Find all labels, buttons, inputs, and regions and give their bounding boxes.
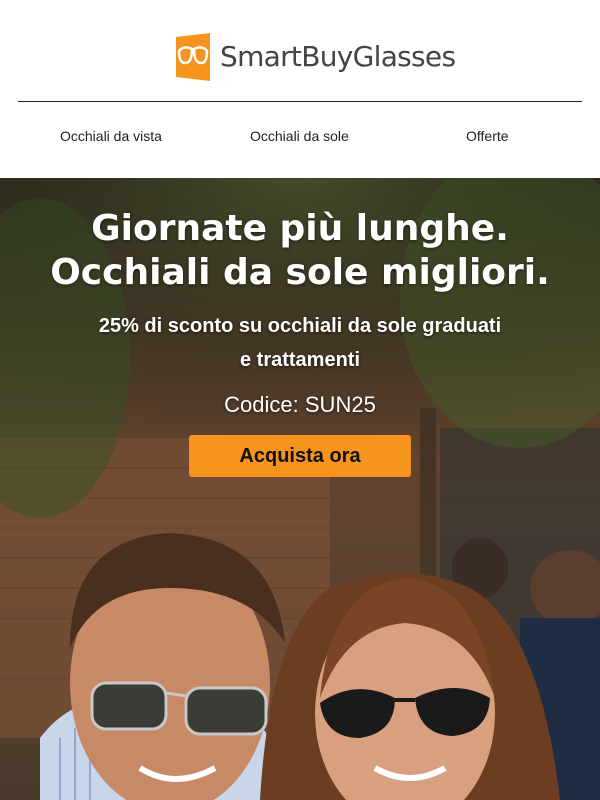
hero-subtitle-line-1: 25% di sconto su occhiali da sole gradua… bbox=[98, 315, 502, 337]
hero-content: Giornate più lunghe. Occhiali da sole mi… bbox=[0, 178, 600, 477]
promo-code: Codice: SUN25 bbox=[224, 392, 376, 417]
brand-logo[interactable]: SmartBuyGlasses bbox=[174, 33, 456, 81]
brand-name: SmartBuyGlasses bbox=[220, 40, 456, 73]
nav-item-sunglasses[interactable]: Occhiali da sole bbox=[250, 128, 349, 144]
nav-item-eyeglasses[interactable]: Occhiali da vista bbox=[60, 128, 162, 144]
hero-subtitle: 25% di sconto su occhiali da sole gradua… bbox=[0, 309, 600, 377]
top-nav: Occhiali da vista Occhiali da sole Offer… bbox=[0, 102, 600, 178]
hero-subtitle-line-2: e trattamenti bbox=[239, 349, 361, 371]
hero-banner: Giornate più lunghe. Occhiali da sole mi… bbox=[0, 178, 600, 800]
hero-headline-line-2: Occhiali da sole migliori. bbox=[50, 252, 550, 293]
hero-headline: Giornate più lunghe. Occhiali da sole mi… bbox=[0, 178, 600, 295]
shop-now-button[interactable]: Acquista ora bbox=[189, 435, 411, 477]
email-header: SmartBuyGlasses bbox=[0, 0, 600, 102]
nav-item-offers[interactable]: Offerte bbox=[466, 128, 509, 144]
hero-headline-line-1: Giornate più lunghe. bbox=[91, 208, 509, 249]
glasses-logo-icon bbox=[176, 33, 210, 81]
